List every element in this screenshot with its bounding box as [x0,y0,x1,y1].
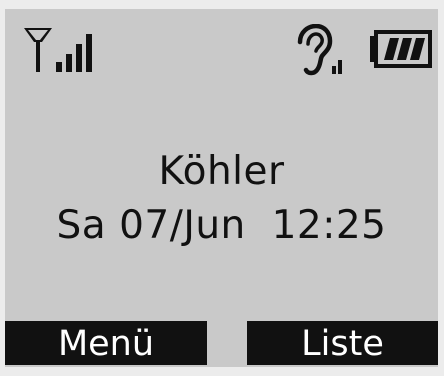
contact-name-label: Köhler [158,149,285,194]
signal-strength-icon [24,28,92,72]
list-softkey[interactable]: Liste [247,321,438,365]
date-time-label: Sa 07/Jun 12:25 [56,203,387,248]
menu-softkey[interactable]: Menü [5,321,207,365]
hearing-aid-icon [297,24,342,76]
battery-full-icon [370,30,432,68]
